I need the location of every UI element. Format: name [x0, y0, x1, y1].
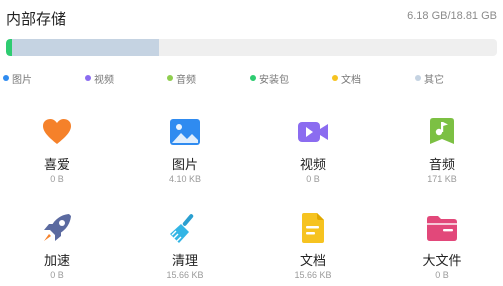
category-label: 视频: [299, 158, 326, 173]
category-label: 音频: [428, 158, 455, 173]
legend-item: 视频: [85, 70, 114, 86]
category-size: 4.10 KB: [168, 174, 202, 184]
legend-dot: [167, 75, 173, 81]
legend-label: 文档: [341, 74, 361, 86]
page-title: 内部存储: [6, 10, 67, 28]
legend-label: 音频: [176, 74, 196, 86]
heart-icon: [41, 116, 73, 148]
category-label: 清理: [171, 254, 198, 269]
category-tile-video[interactable]: 视频 0 B: [253, 113, 373, 193]
category-size: 0 B: [435, 270, 449, 280]
storage-legend: 图片 视频 音频 安装包 文档 其它: [0, 70, 503, 86]
storage-header: 内部存储 6.18 GB/18.81 GB: [6, 6, 497, 28]
category-tile-heart[interactable]: 喜爱 0 B: [0, 113, 117, 193]
category-size: 0 B: [50, 174, 64, 184]
category-size: 15.66 KB: [166, 270, 204, 280]
legend-label: 视频: [94, 74, 114, 86]
category-size: 171 KB: [427, 174, 457, 184]
legend-item: 图片: [3, 70, 32, 86]
legend-dot: [85, 75, 91, 81]
video-icon: [297, 116, 329, 148]
broom-icon: [169, 212, 201, 244]
category-size: 15.66 KB: [294, 270, 332, 280]
category-size: 0 B: [306, 174, 320, 184]
category-tile-rocket[interactable]: 加速 0 B: [0, 209, 117, 286]
category-tile-image[interactable]: 图片 4.10 KB: [125, 113, 245, 193]
music-icon: [426, 116, 458, 148]
folder-icon: [426, 212, 458, 244]
legend-dot: [3, 75, 9, 81]
document-icon: [297, 212, 329, 244]
category-tile-broom[interactable]: 清理 15.66 KB: [125, 209, 245, 286]
legend-label: 安装包: [259, 74, 289, 86]
legend-label: 其它: [424, 74, 444, 86]
legend-label: 图片: [12, 74, 32, 86]
category-tile-folder[interactable]: 大文件 0 B: [382, 209, 502, 286]
category-label: 加速: [43, 254, 70, 269]
storage-usage-text: 6.18 GB/18.81 GB: [407, 10, 497, 22]
legend-item: 音频: [167, 70, 196, 86]
category-label: 喜爱: [43, 158, 70, 173]
image-icon: [169, 116, 201, 148]
category-tile-music[interactable]: 音频 171 KB: [382, 113, 502, 193]
legend-item: 文档: [332, 70, 361, 86]
category-tile-document[interactable]: 文档 15.66 KB: [253, 209, 373, 286]
storage-usage-bar: [6, 39, 497, 56]
legend-item: 其它: [415, 70, 444, 86]
legend-dot: [332, 75, 338, 81]
storage-bar-segment: [11, 39, 160, 56]
category-label: 文档: [299, 254, 326, 269]
category-label: 图片: [171, 158, 198, 173]
rocket-icon: [41, 212, 73, 244]
category-label: 大文件: [422, 254, 462, 269]
category-size: 0 B: [50, 270, 64, 280]
legend-dot: [415, 75, 421, 81]
legend-item: 安装包: [250, 70, 289, 86]
legend-dot: [250, 75, 256, 81]
